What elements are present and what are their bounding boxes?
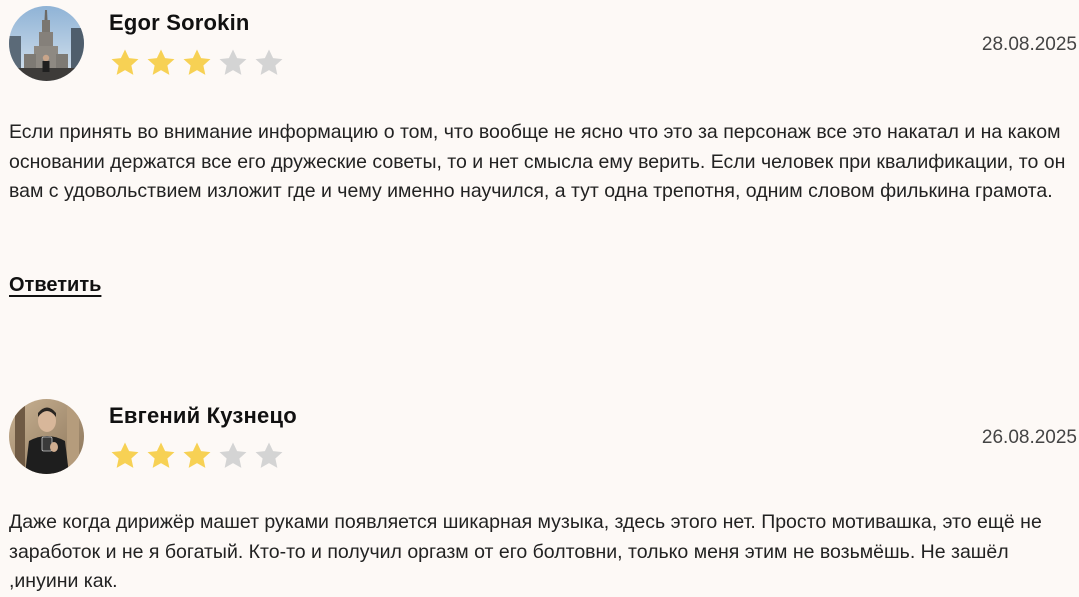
review-header: Евгений Кузнецо 26.08.2025 bbox=[9, 399, 1077, 479]
review-author: Евгений Кузнецо bbox=[109, 403, 297, 428]
star-empty-icon bbox=[219, 442, 247, 468]
star-rating bbox=[108, 46, 286, 80]
user-photo-avatar-icon bbox=[9, 399, 84, 474]
review-card: Egor Sorokin 28.08.2025 Если принять во … bbox=[9, 6, 1077, 296]
star-filled-icon bbox=[111, 49, 139, 75]
user-photo-avatar-icon bbox=[9, 6, 84, 81]
star-empty-icon bbox=[255, 442, 283, 468]
star-empty-icon bbox=[219, 49, 247, 75]
star-filled-icon bbox=[183, 442, 211, 468]
avatar[interactable] bbox=[9, 399, 84, 474]
star-filled-icon bbox=[183, 49, 211, 75]
avatar[interactable] bbox=[9, 6, 84, 81]
star-filled-icon bbox=[147, 49, 175, 75]
review-date: 26.08.2025 bbox=[981, 427, 1077, 448]
review-author: Egor Sorokin bbox=[109, 10, 250, 35]
star-filled-icon bbox=[147, 442, 175, 468]
review-text: Даже когда дирижёр машет руками появляет… bbox=[9, 511, 1042, 592]
star-empty-icon bbox=[255, 49, 283, 75]
star-rating bbox=[108, 439, 286, 473]
review-header: Egor Sorokin 28.08.2025 bbox=[9, 6, 1077, 86]
reviews-page: Egor Sorokin 28.08.2025 Если принять во … bbox=[0, 0, 1079, 597]
review-text: Если принять во внимание информацию о то… bbox=[9, 121, 1066, 202]
review-date: 28.08.2025 bbox=[981, 34, 1077, 55]
star-filled-icon bbox=[111, 442, 139, 468]
review-card: Евгений Кузнецо 26.08.2025 Даже когда ди… bbox=[9, 399, 1077, 592]
reply-link[interactable]: Ответить bbox=[9, 274, 101, 297]
